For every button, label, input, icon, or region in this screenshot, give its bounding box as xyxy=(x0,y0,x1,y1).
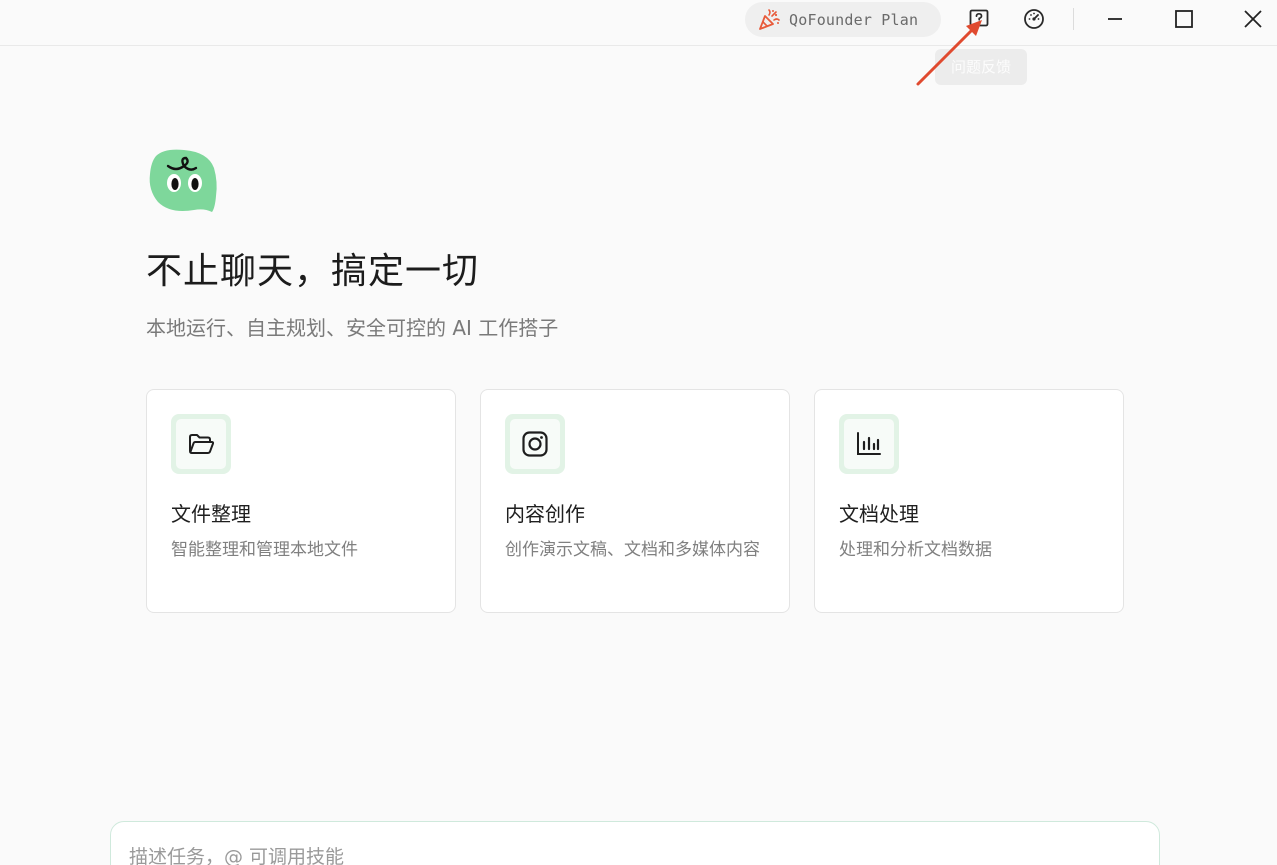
close-icon xyxy=(1244,10,1262,28)
minimize-button[interactable] xyxy=(1103,7,1127,31)
bar-chart-icon xyxy=(857,432,881,455)
speedometer-icon xyxy=(1024,9,1044,29)
card-content-creation[interactable]: 内容创作 创作演示文稿、文档和多媒体内容 xyxy=(480,389,790,613)
card-icon-box xyxy=(171,414,231,474)
card-title: 文档处理 xyxy=(839,502,919,526)
card-document-processing[interactable]: 文档处理 处理和分析文档数据 xyxy=(814,389,1124,613)
close-button[interactable] xyxy=(1241,7,1265,31)
maximize-button[interactable] xyxy=(1172,7,1196,31)
feedback-question-icon xyxy=(969,9,989,29)
card-description: 处理和分析文档数据 xyxy=(839,540,992,560)
page-title: 不止聊天，搞定一切 xyxy=(146,251,480,292)
titlebar-divider xyxy=(1073,8,1074,30)
card-description: 创作演示文稿、文档和多媒体内容 xyxy=(505,540,760,560)
card-title: 文件整理 xyxy=(171,502,251,526)
maximize-icon xyxy=(1175,10,1193,28)
instagram-icon xyxy=(522,431,548,457)
page-subtitle: 本地运行、自主规划、安全可控的 AI 工作搭子 xyxy=(146,316,559,340)
feedback-tooltip: 问题反馈 xyxy=(935,49,1027,85)
card-description: 智能整理和管理本地文件 xyxy=(171,540,358,560)
card-file-organize[interactable]: 文件整理 智能整理和管理本地文件 xyxy=(146,389,456,613)
card-icon-box xyxy=(505,414,565,474)
minimize-icon xyxy=(1108,18,1122,20)
mascot-logo xyxy=(149,149,217,212)
folder-open-icon xyxy=(189,434,215,454)
feedback-button[interactable] xyxy=(968,8,990,30)
card-icon-box xyxy=(839,414,899,474)
app-window: QoFounder Plan 问题反馈 不止聊天，搞定一切 本地运行、自主规划、… xyxy=(0,0,1277,865)
plan-badge-button[interactable]: QoFounder Plan xyxy=(745,2,941,37)
title-bar: QoFounder Plan xyxy=(0,0,1277,46)
party-popper-icon xyxy=(759,8,780,30)
plan-label: QoFounder Plan xyxy=(789,10,919,29)
task-input[interactable] xyxy=(129,842,1129,865)
dashboard-button[interactable] xyxy=(1023,8,1045,30)
card-title: 内容创作 xyxy=(505,502,585,526)
task-input-container xyxy=(110,821,1160,865)
